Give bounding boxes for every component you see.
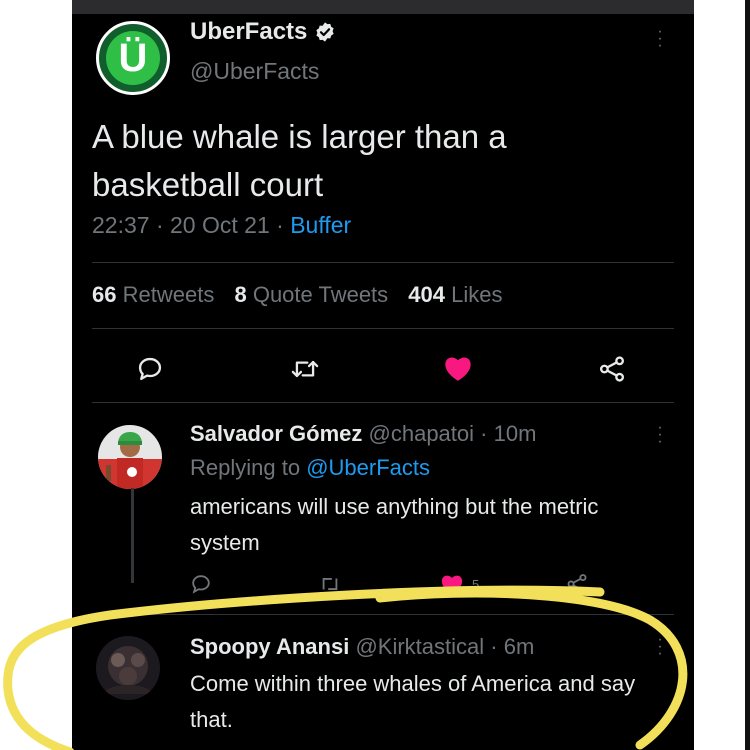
tweet-stats: 66 Retweets 8 Quote Tweets 404 Likes [92,282,517,308]
meta-separator: · [484,634,504,659]
quotes-stat[interactable]: 8 Quote Tweets [234,282,388,307]
author-avatar[interactable]: Ü [96,21,170,95]
tweet-source[interactable]: Buffer [290,212,351,238]
reply-avatar[interactable] [96,636,160,700]
tweet-text: A blue whale is larger than a basketball… [92,118,507,203]
replying-prefix: Replying to [190,455,301,480]
meta-separator: · [149,212,171,238]
share-button[interactable] [566,573,588,595]
retweets-count: 66 [92,282,117,307]
author-handle[interactable]: @UberFacts [190,58,319,85]
top-bar [72,0,694,14]
retweets-stat[interactable]: 66 Retweets [92,282,214,307]
likes-stat[interactable]: 404 Likes [408,282,502,307]
reply-button[interactable] [190,573,212,595]
likes-count: 404 [408,282,446,307]
reply-time: 6m [503,634,535,659]
divider [92,262,674,263]
reply-author-handle[interactable]: @chapatoi [369,421,475,446]
reply-icon [192,575,210,594]
reply-avatar[interactable] [98,425,162,489]
reply-icon [138,357,162,381]
author-name: UberFacts [190,18,308,45]
reply-author-name[interactable]: Salvador Gómez [190,421,362,446]
share-icon [599,356,625,382]
edge-strip [745,0,750,750]
avatar-photo [96,636,160,700]
quotes-count: 8 [234,282,247,307]
retweet-button[interactable] [318,573,342,595]
reply-header: Spoopy Anansi @Kirktastical · 6m [190,634,534,660]
retweet-icon [291,360,319,378]
avatar-logo: Ü [106,31,160,85]
tweet-time[interactable]: 22:37 [92,212,150,238]
avatar-photo [98,425,162,489]
more-options-icon[interactable]: · · · [655,24,665,54]
share-button[interactable] [598,355,626,383]
reply-button[interactable] [136,355,164,383]
meta-separator: · [474,421,494,446]
share-icon [567,574,587,594]
tweet-date[interactable]: 20 Oct 21 [170,212,270,238]
more-options-icon[interactable]: · · · [655,632,665,662]
like-button[interactable]: 5 [440,573,479,595]
retweet-icon [322,578,338,590]
replying-to: Replying to @UberFacts [190,455,430,481]
divider [92,328,674,329]
reply-like-count: 5 [472,576,480,592]
thread-line [131,488,134,583]
quotes-label: Quote Tweets [252,282,389,307]
divider [92,402,674,403]
reply-text: Come within three whales of America and … [190,671,636,732]
replying-to-handle[interactable]: @UberFacts [306,455,430,480]
retweet-button[interactable] [290,355,320,383]
like-icon [445,357,471,381]
reply-author-handle[interactable]: @Kirktastical [355,634,484,659]
author-display-name[interactable]: UberFacts [190,18,336,46]
reply-header: Salvador Gómez @chapatoi · 10m [190,421,536,447]
likes-label: Likes [451,282,503,307]
meta-separator: · [269,212,291,238]
reply-time: 10m [493,421,537,446]
tweet-meta: 22:37 · 20 Oct 21 · Buffer [92,212,351,239]
like-button[interactable] [443,354,473,382]
retweets-label: Retweets [122,282,215,307]
more-options-icon[interactable]: · · · [655,420,665,450]
verified-badge-icon [316,22,334,42]
reply-author-name[interactable]: Spoopy Anansi [190,634,349,659]
divider [92,614,674,615]
like-icon [441,575,463,595]
reply-text: americans will use anything but the metr… [190,494,599,555]
